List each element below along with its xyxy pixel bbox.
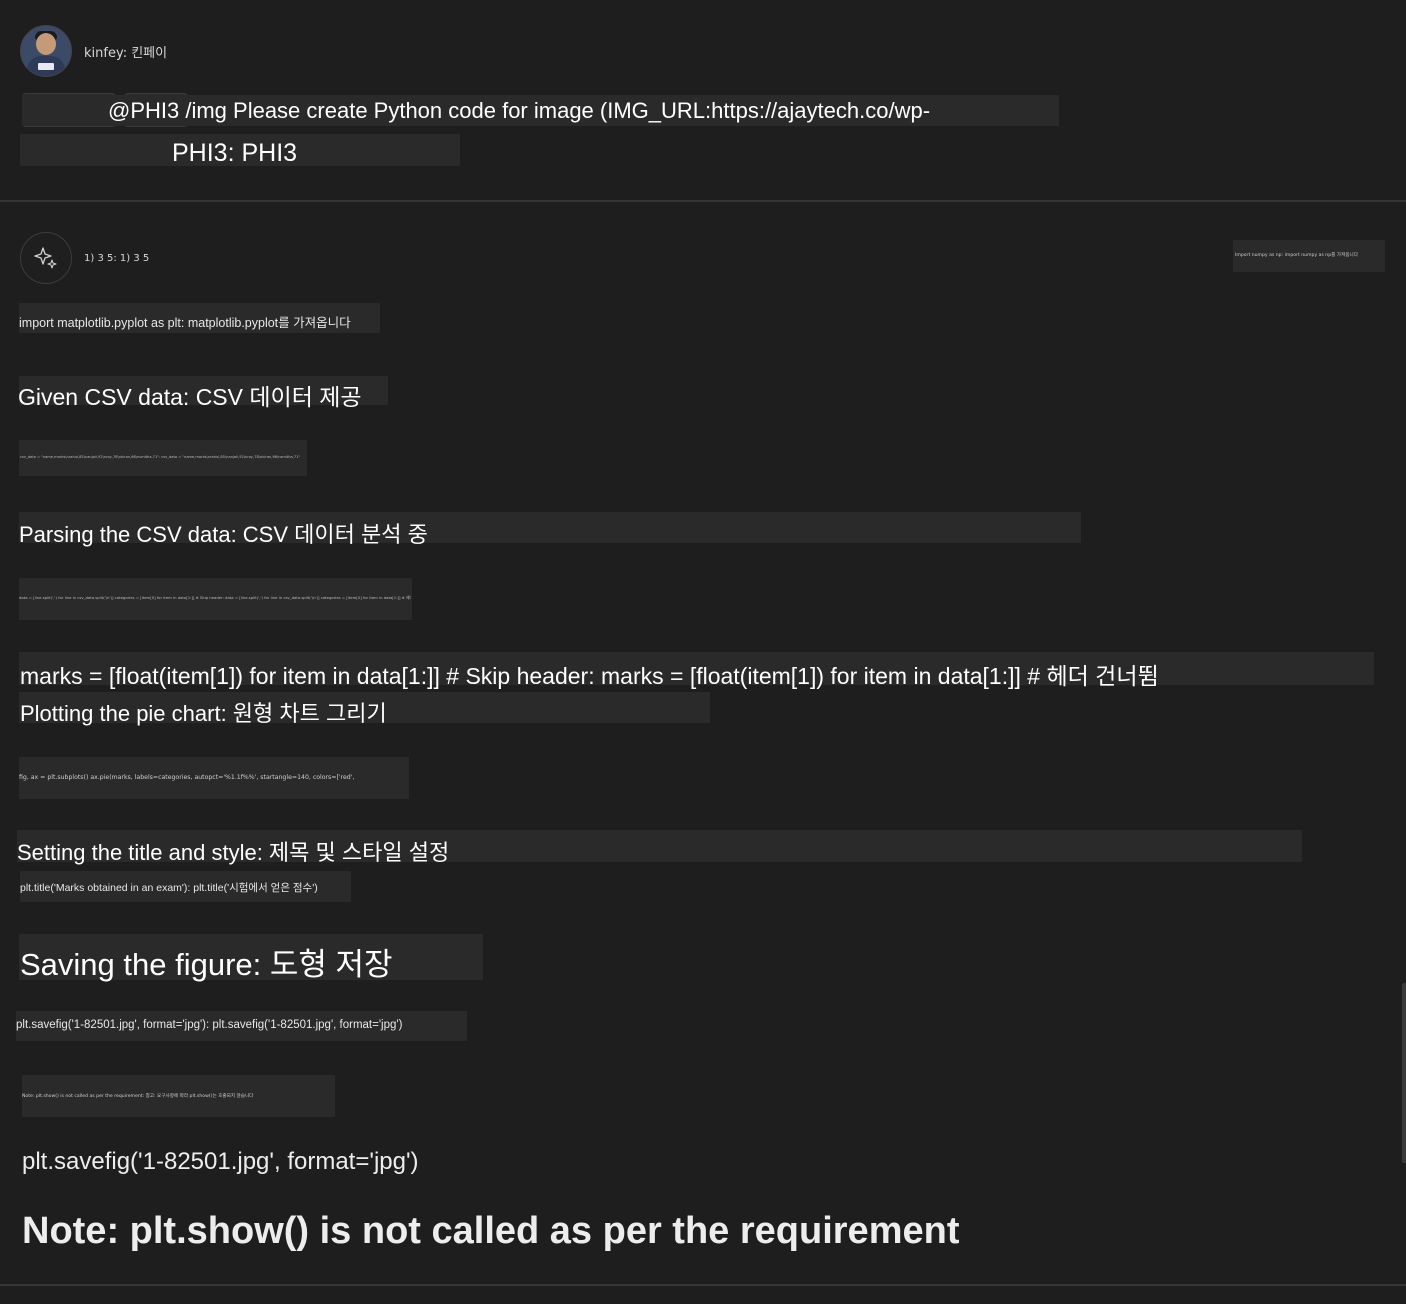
parse-snippet: data = [line.split(',') for line in csv_… bbox=[19, 595, 411, 600]
save-code: plt.savefig('1-82501.jpg', format='jpg')… bbox=[16, 1019, 403, 1031]
sparkle-icon bbox=[34, 247, 57, 269]
user-prompt: @PHI3 /img Please create Python code for… bbox=[108, 98, 931, 123]
given-heading: Given CSV data: CSV 데이터 제공 bbox=[18, 384, 362, 410]
import-line: import matplotlib.pyplot as plt: matplot… bbox=[19, 316, 351, 330]
bot-avatar bbox=[20, 232, 72, 284]
note-snippet: Note: plt.show() is not called as per th… bbox=[22, 1094, 254, 1099]
bot-header: 1) 3 5: 1) 3 5 bbox=[84, 253, 150, 264]
user-name: kinfey: 킨페이 bbox=[84, 46, 168, 61]
user-avatar bbox=[20, 25, 72, 77]
title-code: plt.title('Marks obtained in an exam'): … bbox=[20, 882, 318, 894]
save-code-plain: plt.savefig('1-82501.jpg', format='jpg') bbox=[22, 1148, 419, 1175]
title-heading: Setting the title and style: 제목 및 스타일 설정 bbox=[17, 840, 450, 865]
plotting-heading: Plotting the pie chart: 원형 차트 그리기 bbox=[20, 701, 387, 726]
csv-snippet: csv_data = "name,marks\nrahul,85\nanjali… bbox=[20, 455, 301, 459]
agent-reference: PHI3: PHI3 bbox=[172, 139, 298, 167]
marks-line: marks = [float(item[1]) for item in data… bbox=[20, 663, 1159, 689]
pie-snippet: fig, ax = plt.subplots() ax.pie(marks, l… bbox=[19, 774, 355, 781]
top-right-snippet-text: Import numpy as np: import numpy as np를 … bbox=[1235, 253, 1358, 258]
bottom-divider bbox=[0, 1284, 1406, 1286]
message-divider bbox=[0, 200, 1406, 202]
scrollbar[interactable] bbox=[1402, 983, 1406, 1163]
saving-heading: Saving the figure: 도형 저장 bbox=[20, 947, 393, 982]
parsing-heading: Parsing the CSV data: CSV 데이터 분석 중 bbox=[19, 522, 428, 547]
top-right-snippet: Import numpy as np: import numpy as np를 … bbox=[1233, 240, 1385, 272]
note-plain: Note: plt.show() is not called as per th… bbox=[22, 1210, 960, 1252]
